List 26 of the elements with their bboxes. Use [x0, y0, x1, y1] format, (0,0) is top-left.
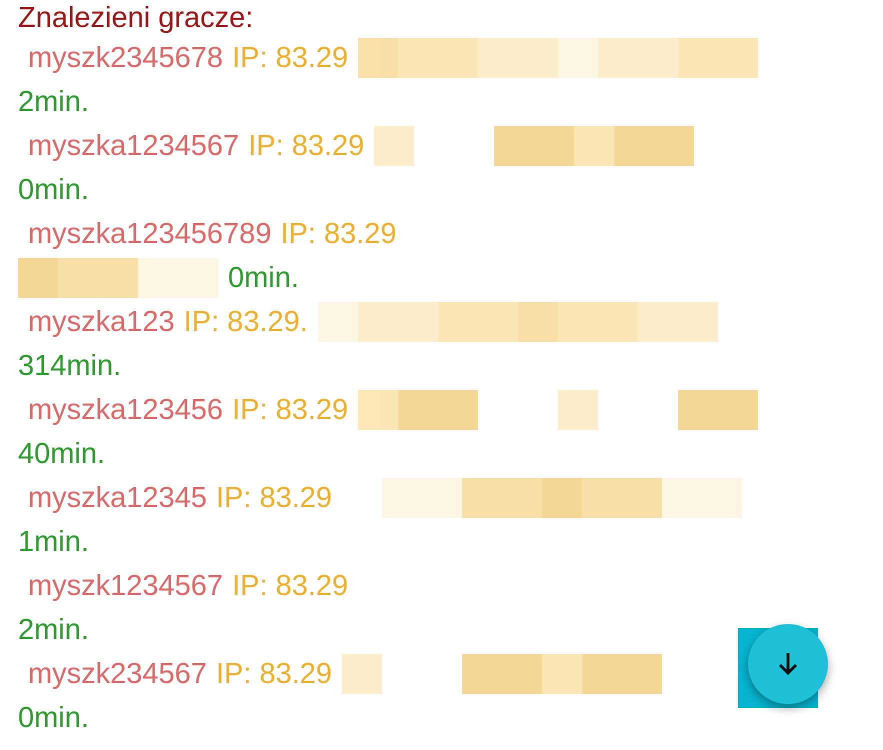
- time-label: 0min.: [18, 173, 89, 208]
- ip-address: IP: 83.29.: [184, 305, 308, 340]
- ip-address: IP: 83.29: [248, 129, 364, 164]
- ip-address: IP: 83.29: [280, 217, 397, 252]
- player-name: myszka123456789: [28, 217, 272, 252]
- down-arrow-icon: [776, 651, 800, 677]
- time-label: 1min.: [18, 525, 89, 560]
- time-label: 40min.: [18, 437, 106, 472]
- player-name: myszka123456: [28, 393, 224, 428]
- player-name: myszk2345678: [28, 41, 224, 76]
- ip-address: IP: 83.29: [232, 393, 348, 428]
- time-label: 2min.: [18, 85, 89, 120]
- ip-address: IP: 83.29: [216, 657, 332, 692]
- ip-address: IP: 83.29: [216, 481, 332, 516]
- time-label: 314min.: [18, 349, 122, 384]
- player-name: myszka123: [28, 305, 175, 340]
- ip-address: IP: 83.29: [232, 569, 348, 604]
- time-label: 2min.: [18, 613, 89, 648]
- ip-address: IP: 83.29: [232, 41, 348, 76]
- time-label: 0min.: [18, 701, 89, 736]
- player-name: myszka1234567: [28, 129, 240, 164]
- player-name: myszk234567: [28, 657, 207, 692]
- heading: Znalezieni gracze:: [18, 1, 254, 36]
- player-name: myszk1234567: [28, 569, 224, 604]
- player-name: myszka12345: [28, 481, 207, 516]
- time-label: 0min.: [228, 261, 299, 296]
